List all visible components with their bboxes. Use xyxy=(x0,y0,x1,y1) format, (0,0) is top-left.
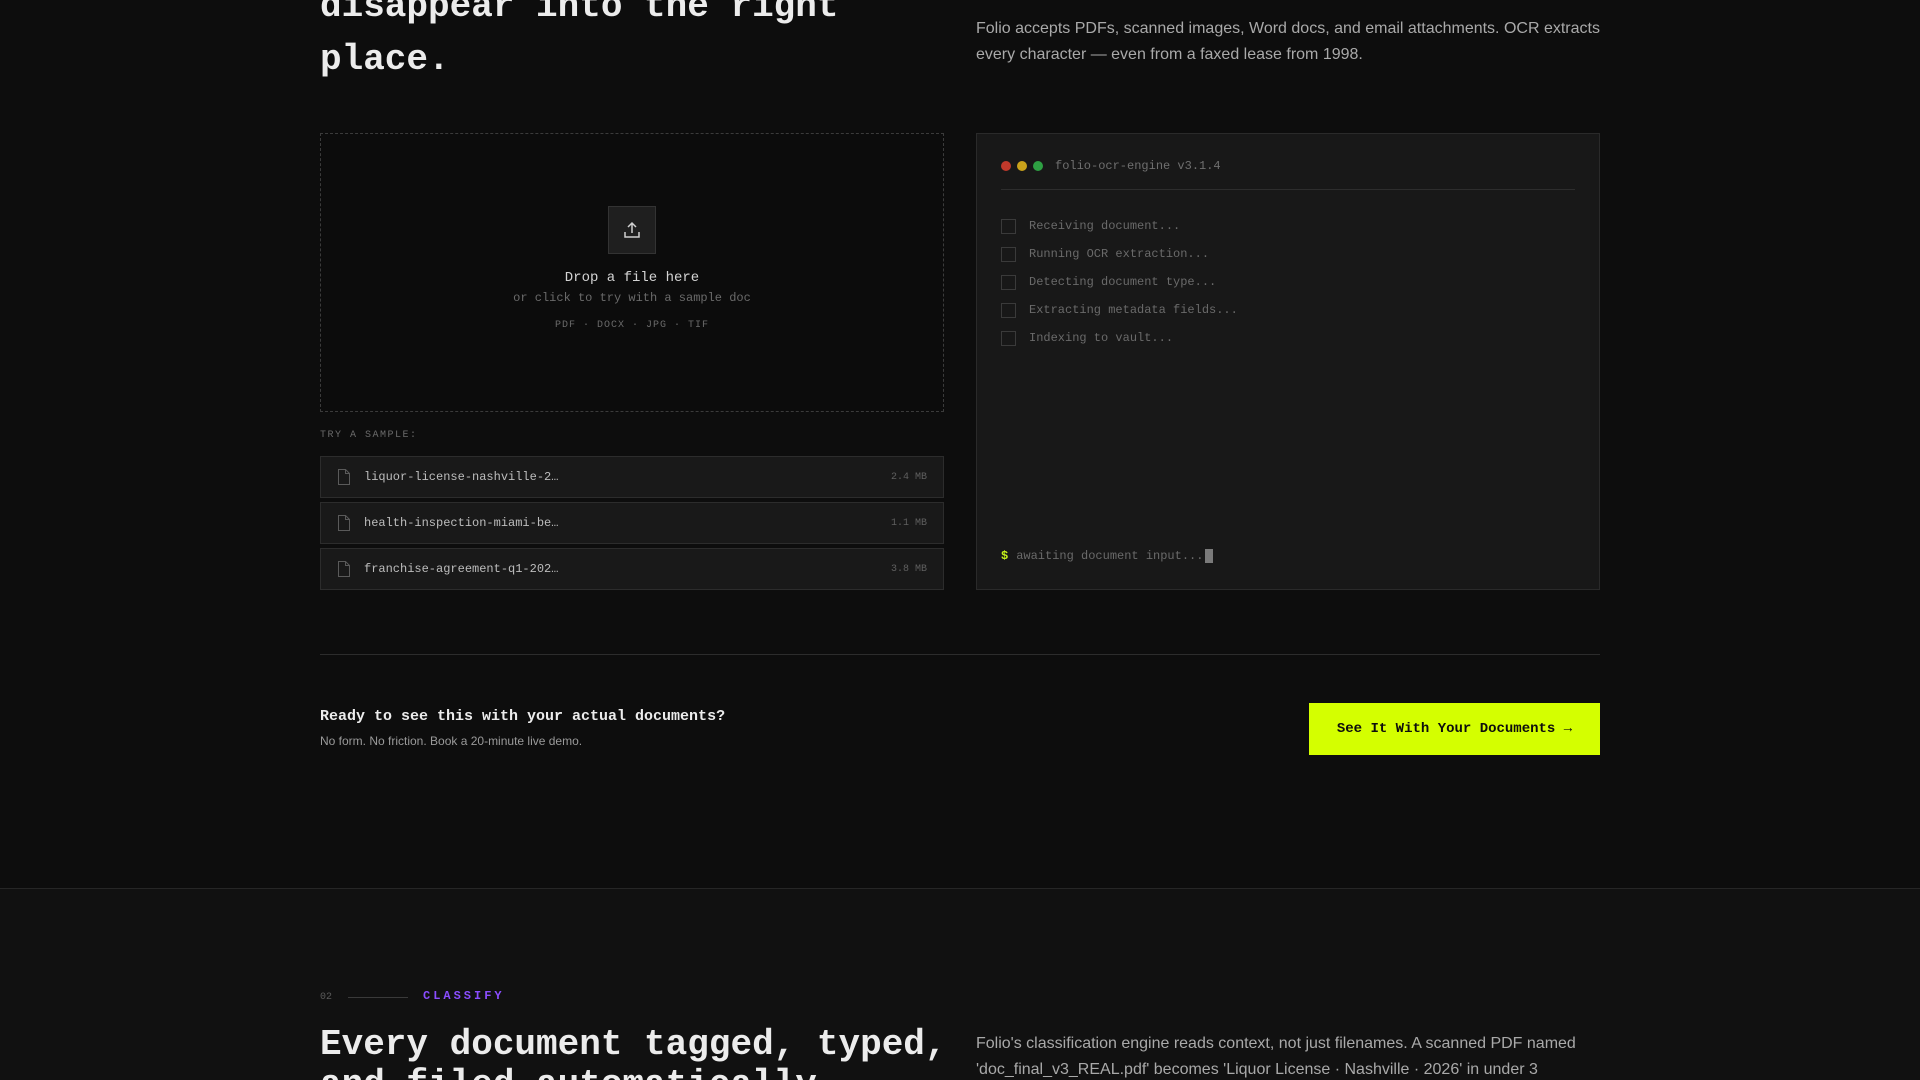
dropzone-formats: PDF · DOCX · JPG · TIF xyxy=(554,320,710,331)
prompt-sign: $ xyxy=(1001,549,1009,563)
pipeline-steps: Receiving document... Running OCR extrac… xyxy=(1001,212,1238,352)
cta-subtitle: No form. No friction. Book a 20-minute l… xyxy=(320,734,583,748)
upload-icon[interactable] xyxy=(608,206,656,254)
pipeline-step: Detecting document type... xyxy=(1001,268,1238,296)
file-icon xyxy=(337,561,351,577)
pipeline-step: Receiving document... xyxy=(1001,212,1238,240)
sample-item[interactable]: franchise-agreement-q1-202… 3.8 MB xyxy=(320,548,944,590)
file-icon xyxy=(337,515,351,531)
ocr-terminal: folio-ocr-engine v3.1.4 Receiving docume… xyxy=(976,133,1600,590)
see-it-with-your-documents-button[interactable]: See It With Your Documents → xyxy=(1309,703,1600,755)
sample-item[interactable]: health-inspection-miami-be… 1.1 MB xyxy=(320,502,944,544)
step-label: Running OCR extraction... xyxy=(1029,247,1210,261)
sample-filesize: 2.4 MB xyxy=(890,471,927,483)
pipeline-step: Running OCR extraction... xyxy=(1001,240,1238,268)
window-dot-yellow xyxy=(1017,161,1027,171)
checkbox-icon xyxy=(1001,218,1016,234)
prompt-text: awaiting document input... xyxy=(1016,549,1204,563)
hero-heading: disappear into the right place. xyxy=(320,0,839,80)
step-label: Extracting metadata fields... xyxy=(1029,303,1238,317)
sample-filename: health-inspection-miami-be… xyxy=(364,516,559,530)
window-dot-red xyxy=(1001,161,1011,171)
section-heading: Every document tagged, typed, and filed … xyxy=(320,1024,947,1080)
hero-description: Folio accepts PDFs, scanned images, Word… xyxy=(976,20,1600,63)
terminal-header: folio-ocr-engine v3.1.4 xyxy=(1001,158,1575,190)
section-number: 02 xyxy=(320,992,333,1003)
section-rule xyxy=(348,997,408,998)
pipeline-step: Indexing to vault... xyxy=(1001,324,1238,352)
step-label: Detecting document type... xyxy=(1029,275,1217,289)
cta-title: Ready to see this with your actual docum… xyxy=(320,708,726,725)
sample-filename: franchise-agreement-q1-202… xyxy=(364,562,559,576)
step-label: Indexing to vault... xyxy=(1029,331,1174,345)
terminal-prompt: $ awaiting document input... xyxy=(1001,549,1214,563)
section-description: Folio's classification engine reads cont… xyxy=(976,1035,1576,1078)
window-dot-green xyxy=(1033,161,1043,171)
file-dropzone[interactable]: Drop a file here or click to try with a … xyxy=(320,133,944,412)
section-label: CLASSIFY xyxy=(423,989,505,1003)
sample-filename: liquor-license-nashville-2… xyxy=(364,470,559,484)
checkbox-icon xyxy=(1001,246,1016,262)
checkbox-icon xyxy=(1001,302,1016,318)
checkbox-icon xyxy=(1001,330,1016,346)
dropzone-title: Drop a file here xyxy=(564,270,700,286)
terminal-title: folio-ocr-engine v3.1.4 xyxy=(1055,159,1221,173)
cursor-icon xyxy=(1205,549,1214,563)
section-divider xyxy=(320,654,1600,655)
classify-section: 02 CLASSIFY Every document tagged, typed… xyxy=(0,888,1920,1080)
sample-filesize: 1.1 MB xyxy=(890,517,927,529)
samples-label: TRY A SAMPLE: xyxy=(320,430,418,441)
step-label: Receiving document... xyxy=(1029,219,1181,233)
checkbox-icon xyxy=(1001,274,1016,290)
sample-item[interactable]: liquor-license-nashville-2… 2.4 MB xyxy=(320,456,944,498)
dropzone-subtitle: or click to try with a sample doc xyxy=(513,291,751,305)
pipeline-step: Extracting metadata fields... xyxy=(1001,296,1238,324)
file-icon xyxy=(337,469,351,485)
sample-filesize: 3.8 MB xyxy=(890,563,927,575)
sample-list: liquor-license-nashville-2… 2.4 MB healt… xyxy=(320,456,944,594)
